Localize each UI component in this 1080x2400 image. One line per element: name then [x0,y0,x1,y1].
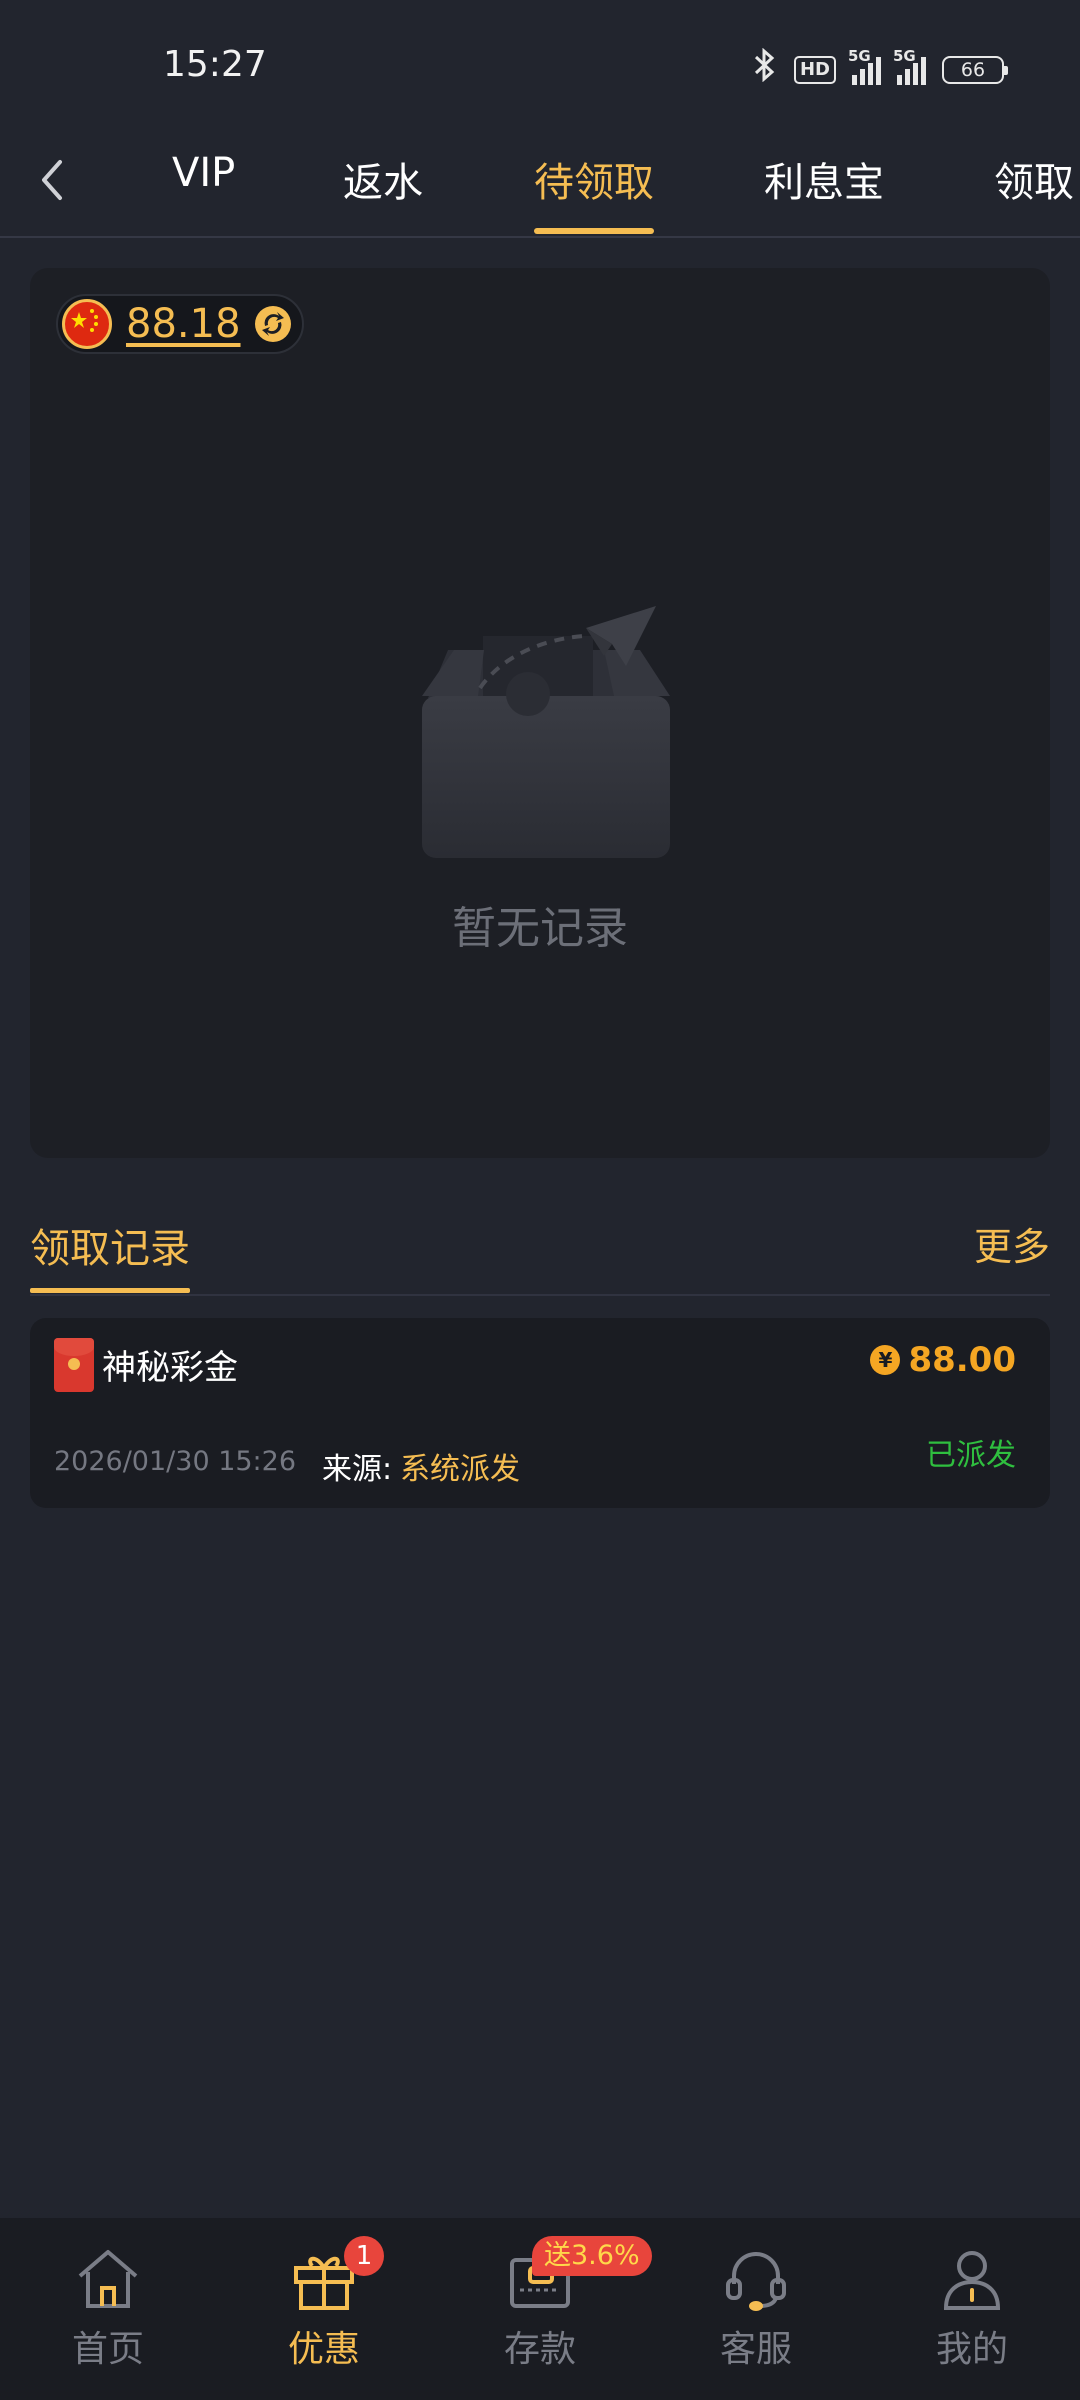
deposit-promo-badge: 送3.6% [532,2236,652,2276]
signal-icon: 5G [848,47,881,85]
nav-support[interactable]: 客服 [648,2246,864,2386]
record-name: 神秘彩金 [102,1348,238,1388]
records-header: 领取记录 更多 [0,1198,1080,1298]
nav-home-label: 首页 [71,2329,144,2370]
tab-rebate[interactable]: 返水 [343,150,423,208]
records-title-underline [30,1288,190,1293]
tab-vip[interactable]: VIP [172,150,235,196]
user-icon [943,2251,1001,2310]
record-date: 2026/01/30 15:26 [54,1446,297,1477]
record-amount: ¥ 88.00 [870,1340,1016,1380]
tab-active-indicator [534,228,654,234]
record-source-label: 来源: [322,1452,393,1487]
nav-promotions[interactable]: 优惠 1 [216,2236,432,2386]
tab-interest[interactable]: 利息宝 [764,150,884,208]
empty-box-illustration [422,606,670,858]
record-item[interactable]: 神秘彩金 ¥ 88.00 2026/01/30 15:26 来源: 系统派发 已… [30,1318,1050,1508]
home-icon [78,2250,138,2308]
china-flag-icon [62,299,112,349]
empty-state-text: 暂无记录 [452,903,628,954]
hd-voice-icon: HD [793,55,836,84]
signal-icon-2: 5G [893,47,926,85]
nav-support-label: 客服 [719,2329,792,2370]
nav-promotions-label: 优惠 [287,2329,360,2370]
records-divider [30,1294,1050,1296]
record-amount-value: 88.00 [908,1340,1016,1380]
nav-deposit[interactable]: 存款 送3.6% [432,2236,652,2386]
record-source-value: 系统派发 [400,1452,520,1487]
bluetooth-icon [752,47,778,91]
balance-pill[interactable]: 88.18 [56,294,304,354]
headset-icon [726,2252,786,2311]
record-status: 已派发 [926,1438,1016,1473]
status-time: 15:27 [163,44,267,85]
bottom-nav: 首页 优惠 1 存款 送3.6% 客服 我的 [0,2218,1080,2400]
more-link[interactable]: 更多 [974,1216,1050,1271]
balance-value[interactable]: 88.18 [126,301,241,347]
tab-pending[interactable]: 待领取 [534,150,654,208]
nav-deposit-label: 存款 [503,2329,576,2370]
nav-profile-label: 我的 [935,2329,1008,2370]
pending-card: 88.18 暂无记录 [30,268,1050,1158]
tab-bar: VIP 返水 待领取 利息宝 领取 [0,136,1080,238]
yen-icon: ¥ [870,1345,901,1375]
nav-profile[interactable]: 我的 [864,2246,1080,2386]
refresh-icon[interactable] [253,304,293,344]
battery-icon: 66 [942,55,1008,84]
back-button[interactable] [30,146,78,210]
records-title[interactable]: 领取记录 [30,1216,190,1274]
red-packet-icon [54,1338,94,1392]
chevron-left-icon [42,160,62,200]
notification-badge: 1 [344,2236,384,2276]
nav-home[interactable]: 首页 [0,2246,216,2386]
status-bar: 15:27 HD 5G 5G 66 [0,0,1080,136]
tab-claim[interactable]: 领取 [994,150,1074,208]
status-icons: HD 5G 5G 66 [752,47,1008,91]
